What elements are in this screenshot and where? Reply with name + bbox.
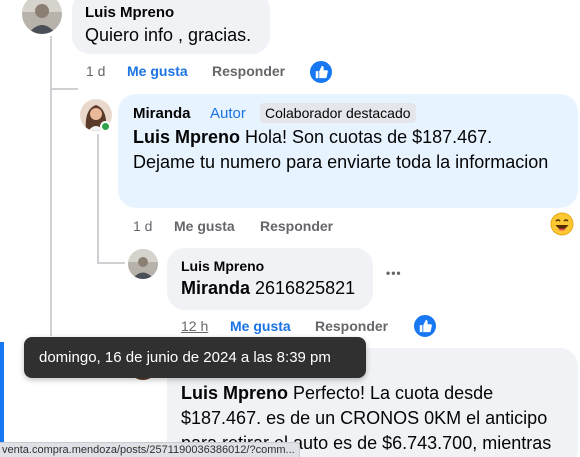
thumbs-up-icon[interactable] [308,59,334,85]
comment-timestamp[interactable]: 12 h [181,318,208,334]
online-status-icon [100,121,111,132]
comment-author[interactable]: Miranda [133,105,191,122]
highlight-bar [0,342,4,442]
comment-timestamp[interactable]: 1 d [133,218,152,234]
avatar[interactable] [128,249,158,279]
comment-timestamp[interactable]: 1 d [86,63,105,79]
comment-text: Miranda 2616825821 [181,278,356,298]
more-options-icon[interactable]: ••• [386,266,402,280]
author-label: Autor [210,105,246,122]
like-button[interactable]: Me gusta [230,318,291,334]
reply-button[interactable]: Responder [260,218,333,234]
status-bar-url: venta.compra.mendoza/posts/2571190036386… [0,442,300,457]
comment-actions: 1 d [86,63,105,79]
thread-connector-nested [97,262,125,264]
reply-button[interactable]: Responder [212,63,285,79]
thread-line-nested [97,134,99,264]
status-badge[interactable]: Colaborador destacado [260,103,416,123]
laughing-emoji-icon[interactable] [550,212,574,236]
comment-text: Quiero info , gracias. [85,25,252,45]
comment-author[interactable]: Luis Mpreno [85,4,174,21]
mention-link[interactable]: Luis Mpreno [133,127,240,147]
thread-line [50,36,52,336]
timestamp-tooltip: domingo, 16 de junio de 2024 a las 8:39 … [24,337,366,378]
avatar[interactable] [22,0,62,34]
thread-connector [50,88,78,90]
reply-button[interactable]: Responder [315,318,388,334]
comment-text: Luis Mpreno Hola! Son cuotas de $187.467… [133,127,549,172]
thumbs-up-icon[interactable] [412,313,438,339]
comment-author[interactable]: Luis Mpreno [181,258,264,274]
mention-link[interactable]: Miranda [181,278,250,298]
like-button[interactable]: Me gusta [127,63,188,79]
like-button[interactable]: Me gusta [174,218,235,234]
mention-link[interactable]: Luis Mpreno [181,383,288,403]
